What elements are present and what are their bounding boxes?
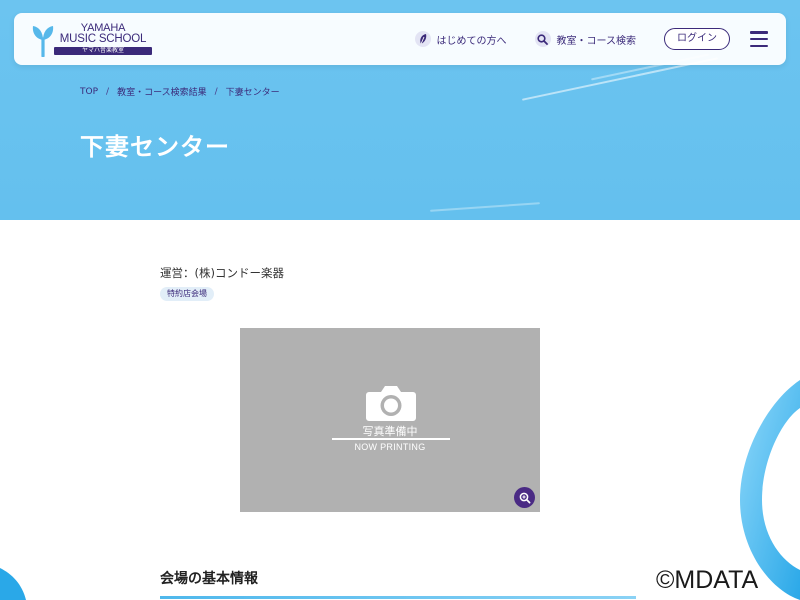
- hero-decoration: [430, 202, 540, 212]
- nav-search-label: 教室・コース検索: [556, 35, 637, 47]
- nav-search-link[interactable]: 教室・コース検索: [534, 31, 637, 47]
- section-underline: [160, 596, 636, 599]
- login-button[interactable]: ログイン: [664, 28, 730, 50]
- photo-placeholder-divider: [332, 438, 450, 440]
- photo-placeholder-text: 写真準備中: [362, 425, 418, 438]
- header-nav: はじめての方へ 教室・コース検索 ログイン: [414, 13, 768, 65]
- camera-icon: [366, 386, 416, 421]
- hero-banner: YAMAHA MUSIC SCHOOL ヤマハ音楽教室 はじめての方へ 教室・コ…: [0, 0, 800, 220]
- decorative-wave-graphic: [740, 380, 800, 600]
- site-header: YAMAHA MUSIC SCHOOL ヤマハ音楽教室 はじめての方へ 教室・コ…: [14, 13, 786, 65]
- logo-line2: MUSIC SCHOOL: [59, 33, 147, 45]
- search-icon: [534, 31, 551, 47]
- decorative-wave-graphic: [0, 568, 26, 600]
- leaf-icon: [414, 31, 431, 47]
- venue-type-badge: 特約店会場: [160, 287, 214, 301]
- breadcrumb-separator: /: [214, 86, 218, 97]
- nav-first-time-label: はじめての方へ: [436, 35, 507, 47]
- zoom-in-icon[interactable]: [514, 487, 535, 508]
- yamaha-sprout-logo-icon: [32, 26, 54, 57]
- page-title: 下妻センター: [80, 133, 230, 161]
- breadcrumb-search-results[interactable]: 教室・コース検索結果: [117, 85, 207, 98]
- photo-placeholder-english: NOW PRINTING: [354, 442, 426, 452]
- breadcrumb-separator: /: [106, 86, 110, 97]
- yamaha-music-school-logo[interactable]: YAMAHA MUSIC SCHOOL ヤマハ音楽教室: [32, 21, 152, 59]
- breadcrumb-top[interactable]: TOP: [80, 87, 98, 97]
- basic-info-heading: 会場の基本情報: [160, 571, 258, 587]
- hamburger-menu-icon[interactable]: [750, 31, 768, 47]
- venue-photo-placeholder[interactable]: 写真準備中 NOW PRINTING: [240, 328, 540, 512]
- breadcrumb-current: 下妻センター: [225, 88, 280, 98]
- breadcrumb: TOP / 教室・コース検索結果 / 下妻センター: [80, 85, 280, 99]
- venue-operator: 運営：(株)コンドー楽器: [160, 266, 284, 280]
- logo-subtitle: ヤマハ音楽教室: [54, 47, 152, 55]
- watermark: ©MDATA: [656, 566, 759, 594]
- nav-first-time-link[interactable]: はじめての方へ: [414, 31, 507, 47]
